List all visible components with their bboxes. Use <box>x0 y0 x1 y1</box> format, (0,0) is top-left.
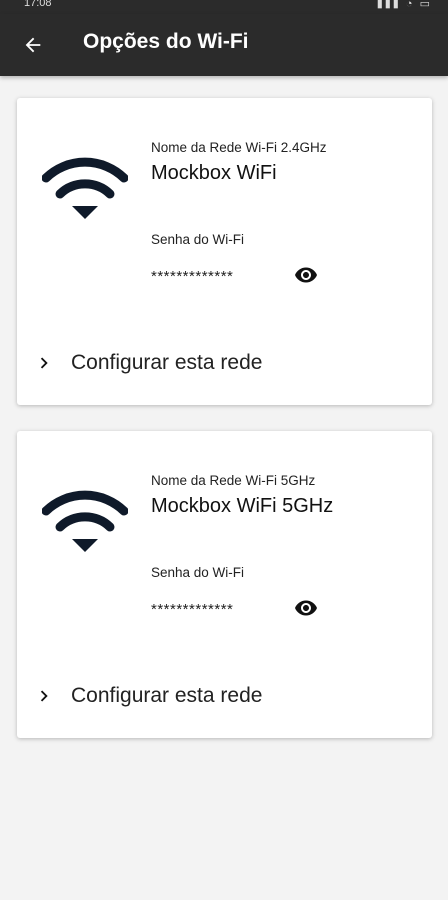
status-bar: 17:08 ▮▮▮ ◔ ▭ <box>0 0 448 14</box>
back-button[interactable] <box>16 28 50 62</box>
password-label: Senha do Wi-Fi <box>151 565 245 580</box>
configure-network-label: Configurar esta rede <box>71 351 263 374</box>
wifi-card-2-4ghz: Nome da Rede Wi-Fi 2.4GHz Mockbox WiFi S… <box>17 98 432 405</box>
network-band-label: Nome da Rede Wi-Fi 5GHz <box>151 473 316 488</box>
password-label: Senha do Wi-Fi <box>151 232 245 247</box>
wifi-icon <box>42 490 128 552</box>
password-value: ************* <box>151 601 234 618</box>
eye-icon[interactable] <box>292 596 320 620</box>
wifi-icon <box>42 157 128 219</box>
configure-network-button[interactable]: Configurar esta rede <box>33 346 262 380</box>
network-ssid: Mockbox WiFi <box>151 162 277 184</box>
page-title: Opções do Wi-Fi <box>83 30 249 53</box>
configure-network-button[interactable]: Configurar esta rede <box>33 679 262 713</box>
arrow-left-icon <box>25 37 41 53</box>
network-ssid: Mockbox WiFi 5GHz <box>151 495 334 517</box>
password-value: ************* <box>151 268 234 285</box>
status-icons: ▮▮▮ ◔ ▭ <box>376 0 432 10</box>
app-bar: Opções do Wi-Fi <box>0 14 448 76</box>
eye-icon[interactable] <box>292 263 320 287</box>
chevron-right-icon <box>40 690 48 702</box>
configure-network-label: Configurar esta rede <box>71 684 263 707</box>
chevron-right-icon <box>40 357 48 369</box>
status-time: 17:08 <box>24 0 52 9</box>
wifi-card-5ghz: Nome da Rede Wi-Fi 5GHz Mockbox WiFi 5GH… <box>17 431 432 738</box>
network-band-label: Nome da Rede Wi-Fi 2.4GHz <box>151 140 327 155</box>
